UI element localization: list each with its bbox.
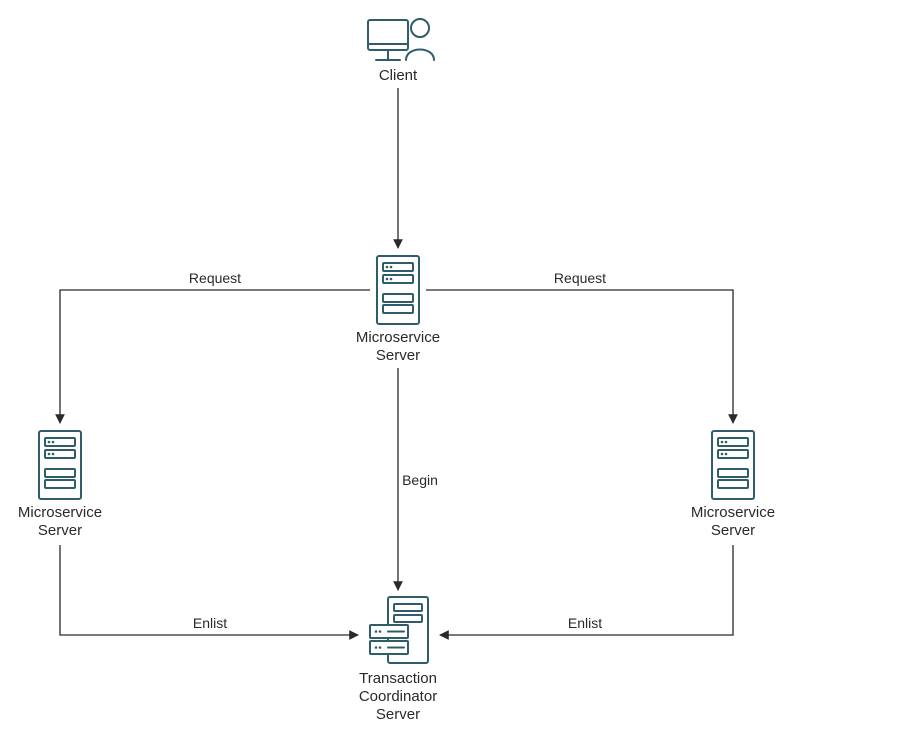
server-icon bbox=[712, 431, 754, 499]
node-ms-top: Microservice Server bbox=[356, 256, 440, 364]
node-ms-right: Microservice Server bbox=[691, 431, 775, 539]
edge-ms-left-to-coordinator-label: Enlist bbox=[193, 615, 227, 631]
node-ms-right-label1: Microservice bbox=[691, 504, 775, 521]
node-ms-top-label2: Server bbox=[376, 347, 420, 364]
edge-ms-left-to-coordinator: Enlist bbox=[60, 545, 358, 635]
node-ms-top-label1: Microservice bbox=[356, 329, 440, 346]
node-ms-left: Microservice Server bbox=[18, 431, 102, 539]
edge-ms-right-to-coordinator: Enlist bbox=[440, 545, 733, 635]
node-ms-left-label2: Server bbox=[38, 522, 82, 539]
node-client: Client bbox=[368, 19, 434, 84]
node-ms-left-label1: Microservice bbox=[18, 504, 102, 521]
coordinator-icon bbox=[370, 597, 428, 663]
edge-ms-top-to-coordinator: Begin bbox=[398, 368, 438, 590]
edge-ms-top-to-ms-left: Request bbox=[60, 270, 370, 423]
server-icon bbox=[377, 256, 419, 324]
edge-ms-top-to-ms-left-label: Request bbox=[189, 270, 241, 286]
edge-ms-top-to-coordinator-label: Begin bbox=[402, 472, 438, 488]
node-coordinator-label1: Transaction bbox=[359, 670, 437, 687]
node-coordinator: Transaction Coordinator Server bbox=[359, 597, 437, 723]
diagram-canvas: Client Microservice Server Microservice … bbox=[0, 0, 900, 740]
node-coordinator-label2: Coordinator bbox=[359, 688, 437, 705]
node-client-label: Client bbox=[379, 67, 418, 84]
client-icon bbox=[368, 19, 434, 60]
edge-ms-right-to-coordinator-label: Enlist bbox=[568, 615, 602, 631]
edge-ms-top-to-ms-right-label: Request bbox=[554, 270, 606, 286]
server-icon bbox=[39, 431, 81, 499]
node-coordinator-label3: Server bbox=[376, 706, 420, 723]
node-ms-right-label2: Server bbox=[711, 522, 755, 539]
edge-ms-top-to-ms-right: Request bbox=[426, 270, 733, 423]
